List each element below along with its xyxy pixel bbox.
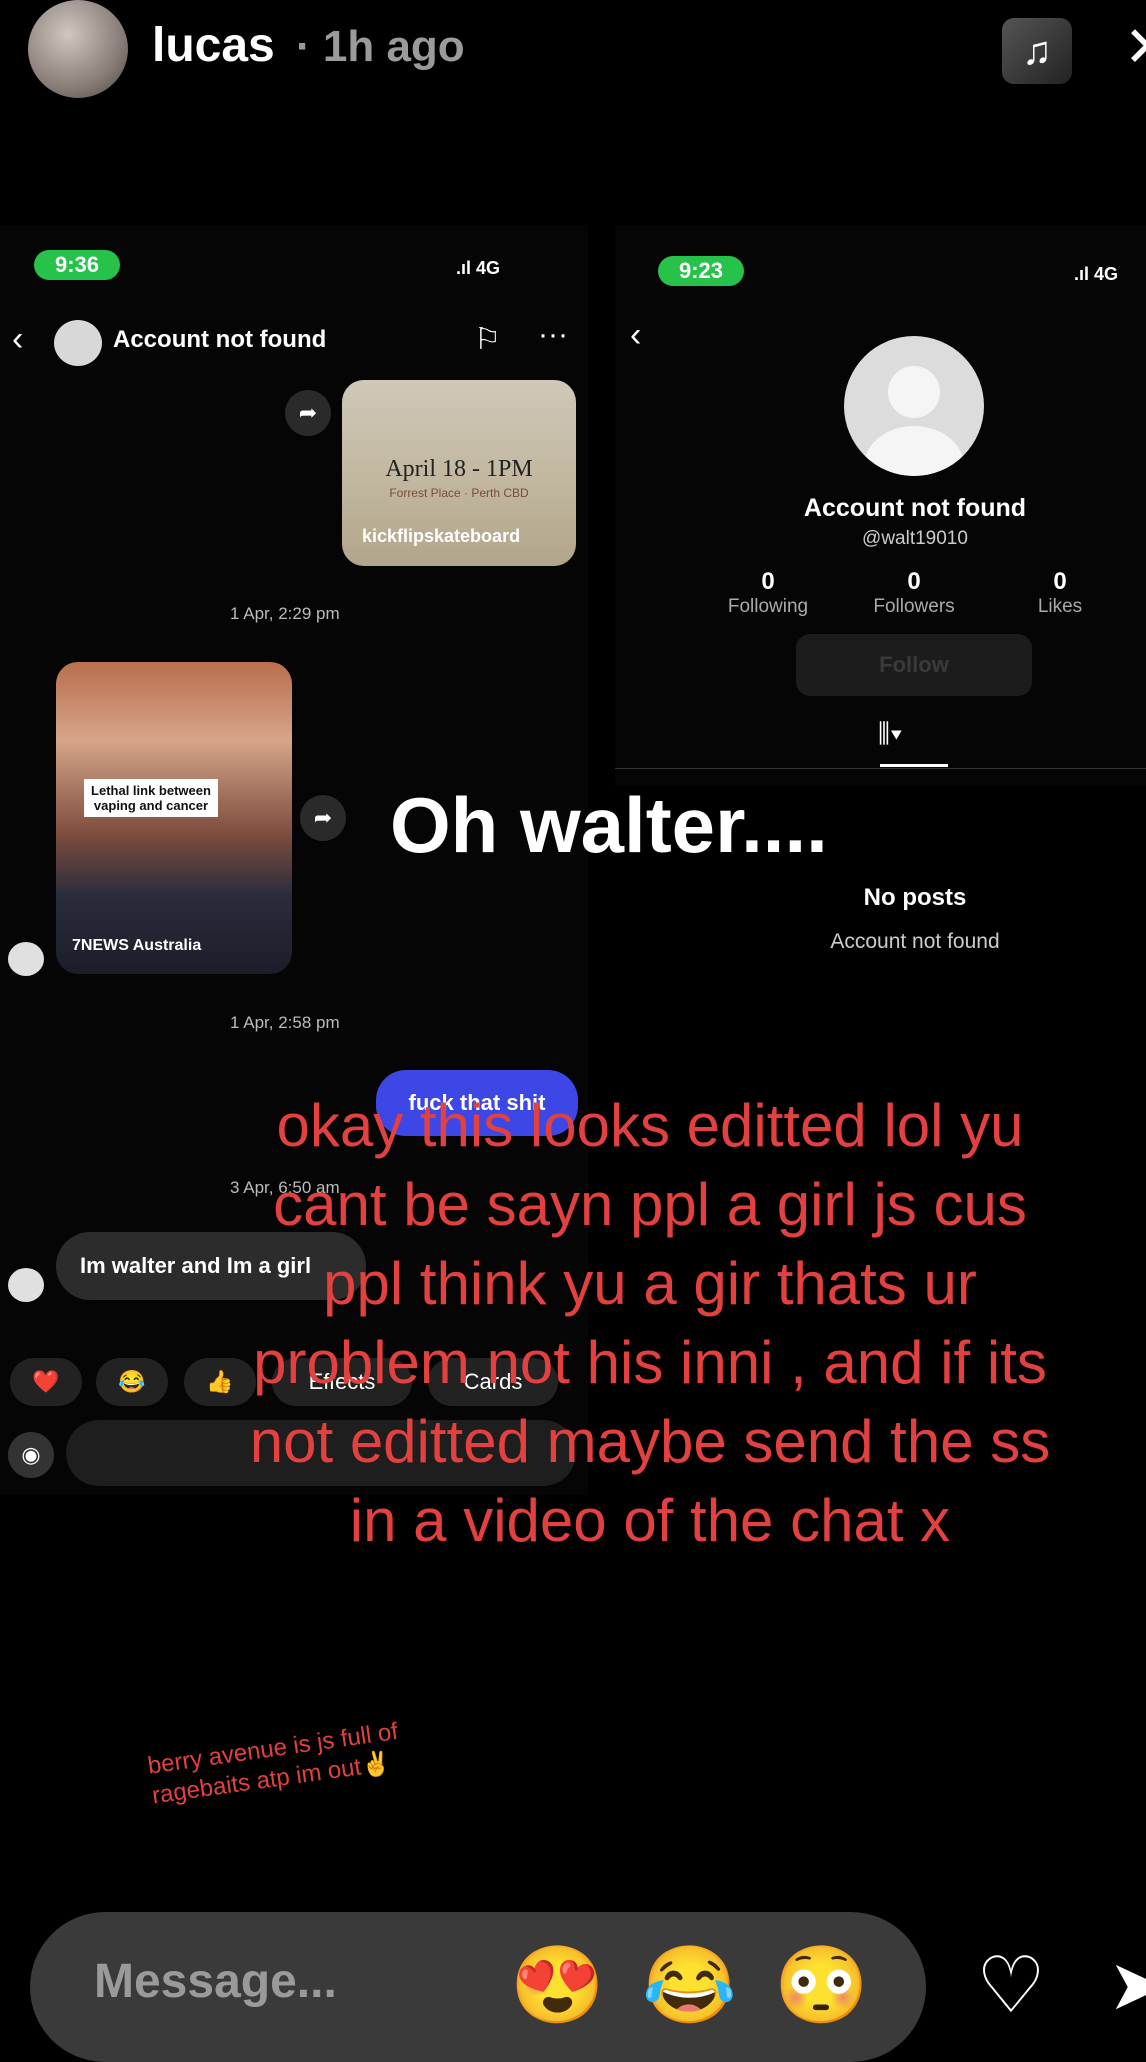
status-time: 9:23	[658, 256, 744, 286]
camera-icon[interactable]: ◉	[8, 1432, 54, 1478]
back-icon[interactable]: ‹	[630, 316, 641, 355]
timestamp: 1 Apr, 2:58 pm	[230, 1013, 340, 1032]
stat-value: 0	[907, 568, 921, 595]
tab-indicator	[880, 764, 948, 767]
profile-handle: @walt19010	[862, 528, 968, 549]
chat-avatar[interactable]	[54, 320, 102, 366]
no-posts-subtext: Account not found	[830, 930, 1000, 953]
timestamp: 1 Apr, 2:29 pm	[230, 604, 340, 623]
card-handle: kickflipskateboard	[362, 526, 521, 546]
reaction-heart[interactable]: ❤️	[10, 1358, 82, 1406]
grid-filter-icon[interactable]: ⫼▾	[878, 718, 903, 750]
back-icon[interactable]: ‹	[12, 320, 23, 359]
music-note-icon[interactable]: ♫	[1002, 18, 1072, 84]
card-place-text: Forrest Place · Perth CBD	[389, 486, 529, 500]
story-time: · 1h ago	[296, 22, 465, 71]
card-source: 7NEWS Australia	[72, 937, 202, 954]
reaction-laugh[interactable]: 😂	[96, 1358, 168, 1406]
profile-name: Account not found	[803, 494, 1027, 522]
overlay-small-text: berry avenue is js full of ragebaits atp…	[146, 1717, 400, 1810]
more-options-icon[interactable]: ···	[538, 318, 568, 352]
stat-value: 0	[761, 568, 775, 595]
status-time: 9:36	[34, 250, 120, 280]
no-posts-heading: No posts	[863, 884, 967, 911]
share-icon[interactable]: ➦	[300, 795, 346, 841]
status-signal: .ıl 4G	[1074, 264, 1119, 284]
stat-likes[interactable]: 0 Likes	[990, 568, 1130, 618]
card-event-text: April 18 - 1PM	[385, 456, 533, 482]
card-caption: Lethal link between vaping and cancer	[84, 779, 218, 817]
shared-video-card[interactable]: Lethal link between vaping and cancer 7N…	[56, 662, 292, 974]
close-icon[interactable]: ✕	[1124, 14, 1146, 80]
emoji-heart-eyes[interactable]: 😍	[510, 1940, 605, 2030]
avatar[interactable]	[28, 0, 128, 98]
overlay-heading: Oh walter....	[390, 781, 828, 869]
stat-label: Following	[727, 596, 809, 617]
overlay-red-text: okay this looks editted lol yu cant be s…	[249, 1092, 1051, 1554]
profile-avatar	[844, 336, 984, 476]
stat-followers[interactable]: 0 Followers	[844, 568, 984, 618]
follow-button[interactable]: Follow	[796, 634, 1032, 696]
sender-avatar	[8, 1268, 44, 1302]
stat-value: 0	[1053, 568, 1067, 595]
send-icon[interactable]: ➤	[1108, 1944, 1146, 2026]
share-icon[interactable]: ➦	[285, 390, 331, 436]
heart-icon[interactable]: ♡	[976, 1940, 1046, 2031]
sender-avatar	[8, 942, 44, 976]
story-username[interactable]: lucas	[152, 18, 275, 73]
stat-label: Likes	[1037, 596, 1083, 617]
stat-label: Followers	[873, 596, 955, 617]
stat-following[interactable]: 0 Following	[698, 568, 838, 618]
status-signal: .ıl 4G	[456, 258, 501, 278]
divider	[615, 768, 1146, 769]
emoji-flushed[interactable]: 😳	[774, 1940, 869, 2030]
message-input[interactable]: Message...	[94, 1954, 337, 2009]
flag-icon[interactable]: ⚐	[474, 322, 501, 357]
emoji-laughing[interactable]: 😂	[642, 1940, 737, 2030]
shared-video-card[interactable]: April 18 - 1PM Forrest Place · Perth CBD…	[342, 380, 576, 566]
chat-title[interactable]: Account not found	[113, 326, 326, 354]
